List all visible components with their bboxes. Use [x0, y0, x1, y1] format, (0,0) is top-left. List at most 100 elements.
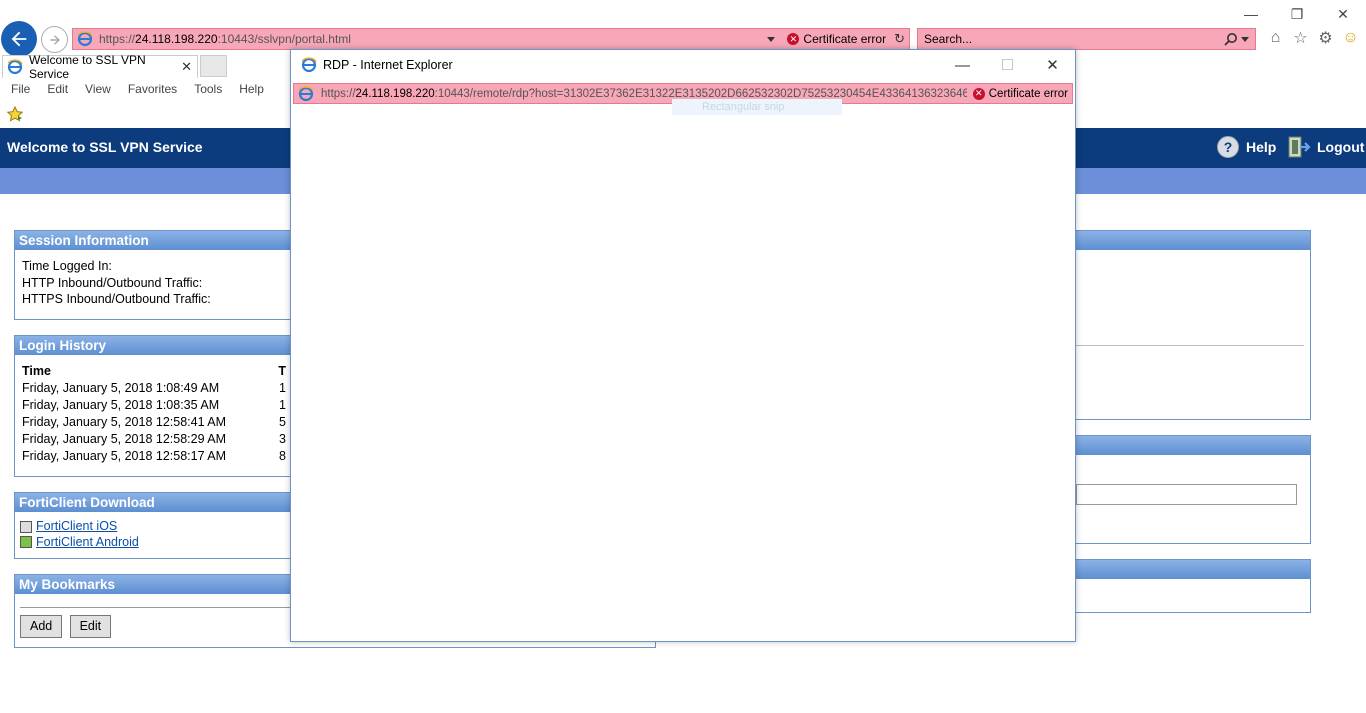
dropdown-arrow-icon — [767, 36, 776, 42]
ghost-snip-tooltip: Rectangular snip — [672, 99, 842, 115]
cert-error-icon: ✕ — [787, 33, 800, 45]
table-row: Friday, January 5, 2018 12:58:41 AM 5 — [22, 414, 286, 431]
forward-button[interactable] — [41, 26, 68, 53]
ie-icon — [298, 85, 314, 102]
search-dropdown-icon[interactable] — [1241, 36, 1249, 42]
history-time: Friday, January 5, 2018 1:08:49 AM — [22, 381, 220, 395]
history-col-2: T — [278, 364, 286, 378]
back-button[interactable] — [1, 21, 37, 57]
search-input[interactable] — [924, 32, 1214, 46]
forward-arrow-icon — [49, 34, 60, 45]
history-value: 8 — [279, 449, 286, 463]
history-header-row: Time T — [22, 363, 286, 380]
help-label: Help — [1246, 139, 1277, 155]
edit-bookmark-button[interactable]: Edit — [69, 615, 112, 638]
minimize-icon[interactable]: — — [1228, 0, 1274, 28]
new-tab-button[interactable] — [200, 55, 227, 77]
certificate-error-indicator[interactable]: ✕ Certificate error ↻ — [767, 31, 909, 47]
history-value: 3 — [279, 432, 286, 446]
refresh-icon[interactable]: ↻ — [894, 31, 905, 47]
rdp-maximize-icon[interactable]: ☐ — [985, 51, 1030, 79]
browser-tab[interactable]: Welcome to SSL VPN Service ✕ — [2, 53, 198, 81]
session-time-logged-in: Time Logged In: — [22, 259, 112, 273]
tab-title: Welcome to SSL VPN Service — [29, 53, 146, 81]
android-app-icon — [20, 536, 32, 549]
forticlient-android-label: FortiClient Android — [36, 534, 139, 549]
history-time: Friday, January 5, 2018 12:58:41 AM — [22, 415, 227, 429]
help-icon: ? — [1217, 136, 1239, 158]
menu-file[interactable]: File — [11, 79, 30, 99]
table-row: Friday, January 5, 2018 1:08:35 AM 1 — [22, 397, 286, 414]
ie-icon — [7, 59, 23, 75]
tab-close-icon[interactable]: ✕ — [181, 59, 192, 75]
rdp-titlebar[interactable]: RDP - Internet Explorer — ☐ ✕ — [291, 50, 1075, 80]
favorites-star-icon[interactable]: ☆ — [1291, 28, 1310, 47]
history-time: Friday, January 5, 2018 12:58:29 AM — [22, 432, 227, 446]
history-col-time: Time — [22, 364, 51, 378]
url-protocol: https:// — [99, 32, 136, 46]
smiley-feedback-icon[interactable]: ☺ — [1341, 28, 1360, 47]
panel-heading: Session Information — [15, 231, 293, 250]
right-panel-3 — [1060, 559, 1311, 613]
gear-icon[interactable]: ⚙ — [1316, 28, 1335, 47]
rdp-url-path: :10443/remote/rdp?host=31302E37362E31322… — [434, 87, 967, 100]
restore-icon[interactable]: ❐ — [1274, 0, 1320, 28]
panel-heading — [1061, 436, 1310, 455]
ie-icon — [77, 31, 93, 47]
rdp-url-host: 24.118.198.220 — [355, 87, 435, 100]
menu-view[interactable]: View — [85, 79, 111, 99]
forticlient-android-link[interactable]: FortiClient Android — [20, 535, 286, 551]
page-title: Welcome to SSL VPN Service — [7, 139, 203, 155]
address-bar[interactable]: https://24.118.198.220:10443/sslvpn/port… — [72, 28, 910, 50]
session-http-traffic: HTTP Inbound/Outbound Traffic: — [22, 275, 203, 290]
logout-icon — [1288, 136, 1311, 158]
menu-help[interactable]: Help — [239, 79, 264, 99]
right-panel-input[interactable] — [1076, 484, 1297, 505]
home-icon[interactable]: ⌂ — [1266, 28, 1285, 47]
menu-tools[interactable]: Tools — [194, 79, 222, 99]
logout-label: Logout — [1317, 139, 1365, 155]
search-box[interactable] — [917, 28, 1256, 50]
url-path: :10443/sslvpn/portal.html — [217, 32, 351, 46]
history-value: 1 — [279, 381, 286, 395]
rdp-certificate-error-indicator[interactable]: ✕ Certificate error — [966, 87, 1072, 100]
table-row: Friday, January 5, 2018 1:08:49 AM 1 — [22, 380, 286, 397]
history-time: Friday, January 5, 2018 1:08:35 AM — [22, 398, 220, 412]
add-favorite-star-icon[interactable] — [6, 106, 24, 122]
search-icon[interactable] — [1224, 32, 1238, 46]
login-history-panel: Login History Time T Friday, January 5, … — [14, 335, 294, 477]
rdp-popup-window: RDP - Internet Explorer — ☐ ✕ https://24… — [290, 49, 1076, 642]
cert-error-label: Certificate error — [803, 32, 887, 46]
rdp-cert-error-label: Certificate error — [988, 87, 1068, 100]
forticlient-download-panel: FortiClient Download FortiClient iOS For… — [14, 492, 294, 559]
panel-heading — [1061, 560, 1310, 579]
history-value: 5 — [279, 415, 286, 429]
rdp-url: https://24.118.198.220:10443/remote/rdp?… — [321, 88, 967, 100]
history-value: 1 — [279, 398, 286, 412]
divider — [1076, 345, 1304, 346]
menu-favorites[interactable]: Favorites — [128, 79, 177, 99]
history-time: Friday, January 5, 2018 12:58:17 AM — [22, 449, 227, 463]
cert-error-icon: ✕ — [972, 87, 985, 100]
forticlient-ios-link[interactable]: FortiClient iOS — [20, 519, 286, 535]
rdp-close-icon[interactable]: ✕ — [1030, 51, 1075, 79]
ie-icon — [301, 57, 317, 73]
close-icon[interactable]: ✕ — [1320, 0, 1366, 28]
help-link[interactable]: ? Help — [1217, 136, 1276, 158]
ios-app-icon — [20, 520, 32, 533]
rdp-url-protocol: https:// — [321, 87, 356, 100]
rdp-window-title: RDP - Internet Explorer — [323, 58, 453, 72]
table-row: Friday, January 5, 2018 12:58:17 AM 8 — [22, 448, 286, 465]
menu-edit[interactable]: Edit — [47, 79, 68, 99]
rdp-minimize-icon[interactable]: — — [940, 51, 985, 79]
add-bookmark-button[interactable]: Add — [20, 615, 63, 638]
panel-heading: Login History — [15, 336, 293, 355]
session-https-traffic: HTTPS Inbound/Outbound Traffic: — [22, 292, 211, 306]
panel-heading: FortiClient Download — [15, 493, 293, 512]
url-host: 24.118.198.220 — [135, 32, 218, 46]
back-arrow-icon — [11, 31, 27, 47]
panel-heading — [1061, 231, 1310, 250]
menu-bar: File Edit View Favorites Tools Help — [0, 79, 281, 99]
logout-link[interactable]: Logout — [1286, 134, 1364, 160]
right-panel-1 — [1060, 230, 1311, 420]
